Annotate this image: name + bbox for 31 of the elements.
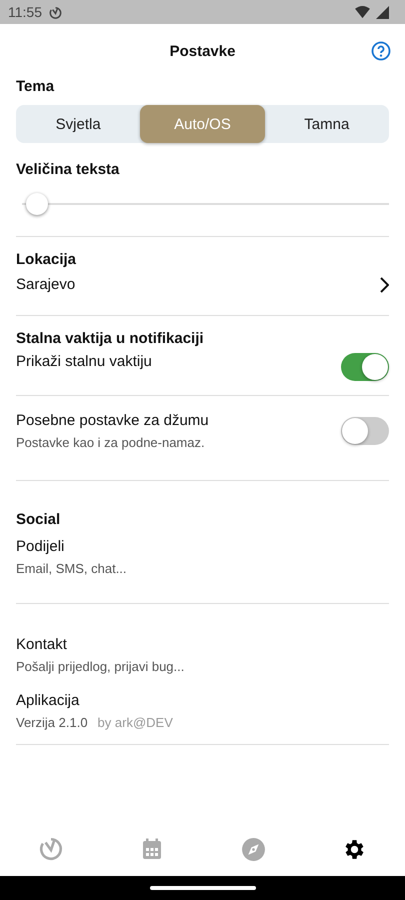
location-row[interactable]: Sarajevo	[16, 276, 389, 293]
section-heading: Lokacija	[16, 251, 76, 268]
help-icon[interactable]	[371, 41, 391, 61]
section-heading: Social	[16, 511, 60, 528]
setting-title: Posebne postavke za džumu	[16, 412, 209, 429]
compass-icon	[240, 836, 266, 862]
timer-icon	[38, 836, 64, 862]
item-subtitle: Pošalji prijedlog, prijavi bug...	[16, 659, 184, 674]
location-value: Sarajevo	[16, 276, 76, 293]
chevron-right-icon	[379, 276, 389, 292]
section-heading: Tema	[16, 78, 54, 95]
toggle-label: Prikaži stalnu vaktiju	[16, 353, 152, 370]
contact-item[interactable]: Kontakt	[16, 636, 67, 653]
wifi-icon	[355, 6, 370, 18]
timer-icon	[48, 4, 63, 20]
version-text: Verzija 2.1.0	[16, 715, 88, 730]
share-item[interactable]: Podijeli	[16, 538, 64, 555]
section-heading: Stalna vaktija u notifikaciji	[16, 330, 204, 347]
theme-option[interactable]: Tamna	[264, 105, 389, 143]
toggle-switch[interactable]	[341, 353, 389, 381]
theme-option[interactable]: Svjetla	[16, 105, 140, 143]
toggle-switch[interactable]	[341, 417, 389, 445]
page-title: Postavke	[170, 42, 236, 60]
signal-icon	[376, 6, 389, 18]
status-time: 11:55	[8, 4, 42, 20]
app-item: Aplikacija	[16, 692, 80, 709]
setting-description: Postavke kao i za podne-namaz.	[16, 435, 205, 450]
author-text: by ark@DEV	[98, 715, 173, 730]
slider-thumb[interactable]	[26, 193, 48, 215]
section-heading: Veličina teksta	[16, 161, 120, 178]
item-subtitle: Email, SMS, chat...	[16, 561, 127, 576]
